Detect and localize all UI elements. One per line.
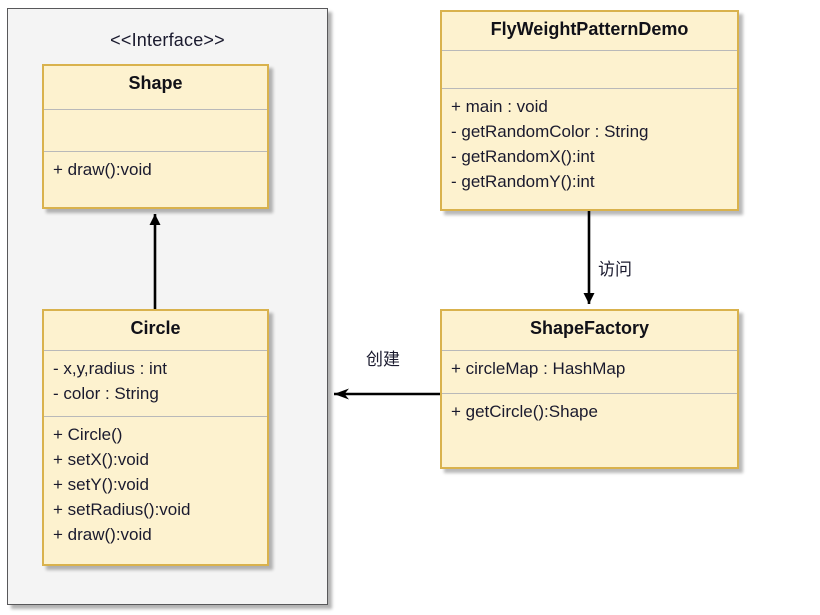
edge-label-create: 创建 xyxy=(366,350,400,369)
uml-member: - color : String xyxy=(53,384,159,403)
uml-class-shapefactory-attributes: + circleMap : HashMap xyxy=(442,350,737,393)
uml-member: - getRandomX():int xyxy=(451,147,595,166)
uml-class-circle-title: Circle xyxy=(130,318,181,338)
interface-stereotype-label: <<Interface>> xyxy=(110,30,225,50)
uml-class-shapefactory-methods: + getCircle():Shape xyxy=(442,393,737,469)
uml-class-flyweightpatterndemo-methods: + main : void - getRandomColor : String … xyxy=(442,88,737,211)
uml-member: - getRandomY():int xyxy=(451,172,595,191)
diagram-canvas: <<Interface>> Shape + draw():void Circle… xyxy=(0,0,820,615)
uml-class-circle-methods: + Circle() + setX():void + setY():void +… xyxy=(44,416,267,566)
uml-member: + circleMap : HashMap xyxy=(451,359,626,378)
uml-class-shape-title: Shape xyxy=(128,73,183,93)
uml-member: + draw():void xyxy=(53,160,152,179)
uml-class-shape-methods: + draw():void xyxy=(44,151,267,209)
uml-class-flyweightpatterndemo[interactable]: FlyWeightPatternDemo + main : void - get… xyxy=(440,10,739,211)
uml-class-circle-attributes: - x,y,radius : int - color : String xyxy=(44,350,267,416)
uml-class-shapefactory-title: ShapeFactory xyxy=(529,318,650,338)
uml-member: + setRadius():void xyxy=(53,500,191,519)
uml-member: + setY():void xyxy=(53,475,149,494)
uml-class-shapefactory[interactable]: ShapeFactory + circleMap : HashMap + get… xyxy=(440,309,739,469)
uml-class-circle[interactable]: Circle - x,y,radius : int - color : Stri… xyxy=(42,309,269,566)
uml-member: + setX():void xyxy=(53,450,149,469)
uml-member: - getRandomColor : String xyxy=(451,122,649,141)
uml-class-flyweightpatterndemo-title: FlyWeightPatternDemo xyxy=(490,19,689,39)
uml-class-shape-attributes xyxy=(44,109,267,151)
uml-member: + draw():void xyxy=(53,525,152,544)
uml-member: - x,y,radius : int xyxy=(53,359,167,378)
uml-class-shape[interactable]: Shape + draw():void xyxy=(42,64,269,209)
uml-member: + getCircle():Shape xyxy=(451,402,598,421)
uml-member: + main : void xyxy=(451,97,548,116)
uml-class-flyweightpatterndemo-attributes xyxy=(442,50,737,88)
uml-member: + Circle() xyxy=(53,425,123,444)
edge-label-access: 访问 xyxy=(598,260,632,279)
